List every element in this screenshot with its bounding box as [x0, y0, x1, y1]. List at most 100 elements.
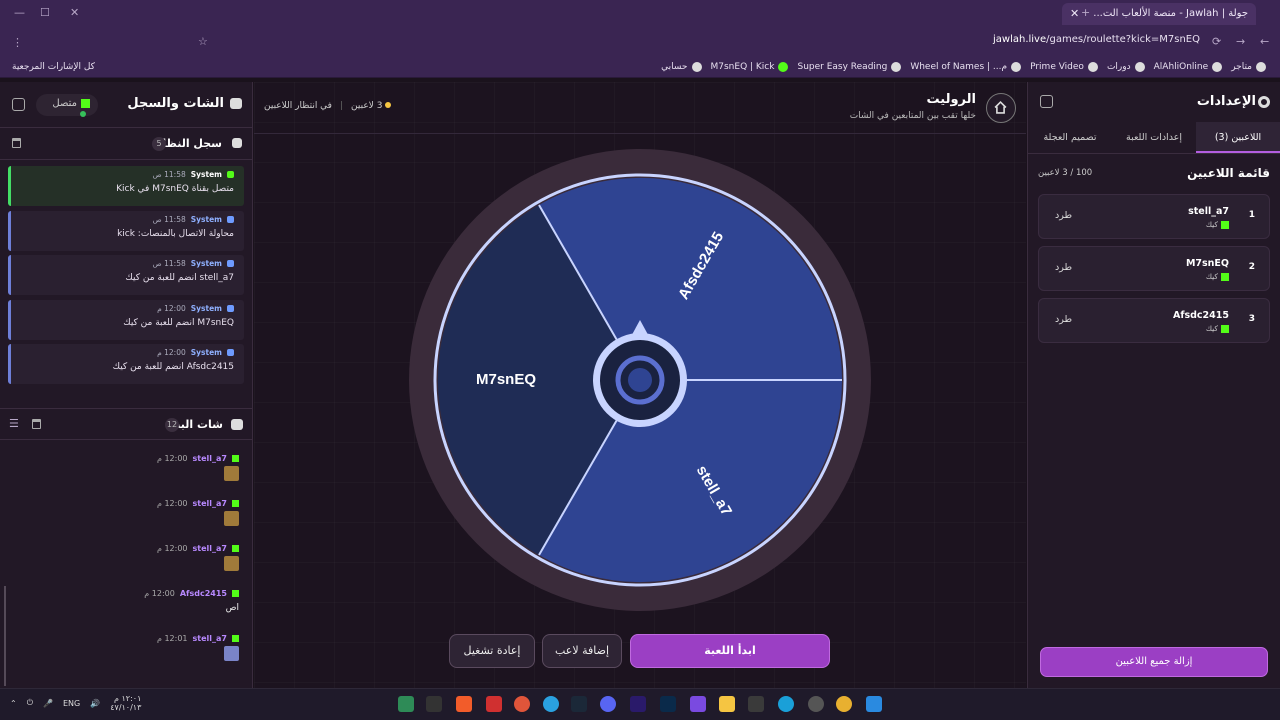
- start-game-button[interactable]: ابدأ اللعبة: [630, 634, 830, 668]
- player-list-count: 100 / 3 لاعبين: [1038, 168, 1093, 178]
- system-log-header: سجل النظام 5: [0, 128, 252, 160]
- system-log-list: System 11:58 ص متصل بقناة M7snEQ في Kick S…: [0, 160, 252, 384]
- player-row: 1 stell_a7 كيك طرد: [1038, 194, 1270, 239]
- menu-icon[interactable]: ⋮: [12, 36, 23, 49]
- bookmark-star-icon[interactable]: ☆: [198, 35, 208, 48]
- all-bookmarks[interactable]: كل الإشارات المرجعية: [12, 62, 95, 72]
- bookmark-item[interactable]: Super Easy Reading: [797, 61, 902, 72]
- clear-chat-trash-icon[interactable]: [32, 419, 41, 429]
- home-icon: [994, 100, 1007, 114]
- photoshop-icon[interactable]: [660, 696, 676, 712]
- kick-icon: [232, 635, 239, 642]
- roulette-wheel[interactable]: Afsdc2415 stell_a7 M7snEQ: [408, 148, 872, 612]
- bookmark-item[interactable]: Prime Video: [1030, 61, 1098, 72]
- bookmark-item[interactable]: دورات: [1107, 61, 1145, 72]
- remove-all-players-button[interactable]: إزالة جميع اللاعبين: [1040, 647, 1268, 677]
- folder-icon[interactable]: [719, 696, 735, 712]
- collapse-settings-icon[interactable]: [1040, 95, 1053, 108]
- network-icon[interactable]: ⏻: [27, 698, 33, 708]
- terminal-icon[interactable]: [426, 696, 442, 712]
- chrome-icon[interactable]: [836, 696, 852, 712]
- clear-log-trash-icon[interactable]: [12, 138, 21, 148]
- app-icon[interactable]: [808, 696, 824, 712]
- player-row: 2 M7snEQ كيك طرد: [1038, 246, 1270, 291]
- back-icon[interactable]: →: [1236, 35, 1245, 48]
- bookmark-item[interactable]: AlAhliOnline: [1154, 61, 1223, 72]
- app-icon[interactable]: [514, 696, 530, 712]
- home-button[interactable]: [986, 93, 1016, 123]
- chat-icon: [227, 260, 234, 267]
- emote-image: [224, 556, 239, 571]
- bookmark-item[interactable]: متاجر: [1231, 61, 1266, 72]
- close-window-icon[interactable]: ✕: [70, 6, 79, 19]
- waiting-status: في انتظار اللاعبين: [264, 101, 332, 111]
- player-platform: كيك: [1206, 272, 1229, 281]
- kick-player-button[interactable]: طرد: [1055, 262, 1072, 273]
- discord-icon[interactable]: [600, 696, 616, 712]
- player-row: 3 Afsdc2415 كيك طرد: [1038, 298, 1270, 343]
- excel-icon[interactable]: [398, 696, 414, 712]
- brave-icon[interactable]: [456, 696, 472, 712]
- emote-image: [224, 646, 239, 661]
- stream-chat-header: شات البث 12 ☰: [0, 408, 253, 440]
- tab-wheel-design[interactable]: تصميم العجلة: [1028, 122, 1112, 153]
- app-icon[interactable]: [486, 696, 502, 712]
- chat-panel-title: الشات والسجل: [127, 96, 224, 111]
- chat-message: Afsdc2415 12:00 م اص: [144, 589, 239, 613]
- clock[interactable]: ١٢:٠١ م ٤٧/١٠/١٣: [110, 694, 141, 712]
- language-indicator[interactable]: ENG: [63, 699, 80, 708]
- settings-tabs: اللاعبين (3) إعدادات اللعبة تصميم العجلة: [1028, 122, 1280, 154]
- add-player-button[interactable]: إضافة لاعب: [542, 634, 622, 668]
- collapse-panel-icon[interactable]: [12, 98, 25, 111]
- kick-player-button[interactable]: طرد: [1055, 210, 1072, 221]
- kick-player-button[interactable]: طرد: [1055, 314, 1072, 325]
- reload-icon[interactable]: ⟳: [1212, 35, 1221, 48]
- settings-header: الإعدادات: [1028, 82, 1280, 122]
- chat-icon: [227, 304, 234, 312]
- chat-icon: [227, 215, 234, 223]
- close-tab-icon[interactable]: ✕: [1070, 7, 1079, 20]
- browser-tab[interactable]: جولة | Jawlah - منصة الألعاب الت... ✕: [1062, 3, 1256, 25]
- tray-expand-icon[interactable]: ⌃: [10, 699, 17, 708]
- game-status: 3 لاعبين | في انتظار اللاعبين: [264, 101, 392, 111]
- tab-players[interactable]: اللاعبين (3): [1196, 122, 1280, 153]
- player-list-header: قائمة اللاعبين 100 / 3 لاعبين: [1028, 154, 1280, 194]
- log-entry: System 11:58 ص stell_a7 انضم للعبة من كيك: [8, 255, 244, 295]
- maximize-icon[interactable]: ☐: [40, 6, 50, 19]
- volume-icon[interactable]: 🔊: [90, 699, 100, 708]
- mic-icon[interactable]: 🎤: [43, 699, 53, 708]
- bookmark-item[interactable]: M7snEQ | Kick: [711, 61, 789, 72]
- bookmark-item[interactable]: حسابي: [661, 61, 702, 72]
- kick-icon: [227, 171, 234, 178]
- tab-game-settings[interactable]: إعدادات اللعبة: [1112, 122, 1196, 153]
- edge-icon[interactable]: [778, 696, 794, 712]
- kick-icon: [81, 98, 90, 108]
- game-area: الروليت خلها تقب بين المتابعين في الشات …: [254, 82, 1026, 688]
- telegram-icon[interactable]: [543, 696, 559, 712]
- info-icon: [232, 138, 242, 148]
- players-status: 3 لاعبين: [351, 101, 392, 111]
- app-icon[interactable]: [690, 696, 706, 712]
- chat-scrollbar[interactable]: [4, 586, 6, 686]
- premiere-icon[interactable]: [630, 696, 646, 712]
- minimize-icon[interactable]: —: [14, 6, 25, 19]
- browser-tab-bar: جولة | Jawlah - منصة الألعاب الت... ✕ — ☐…: [0, 0, 1280, 28]
- stream-chat-list: stell_a7 12:00 م stell_a7 12:00 م stell_a7…: [0, 454, 253, 679]
- player-name: Afsdc2415: [1172, 310, 1229, 321]
- new-tab-icon[interactable]: +: [1081, 6, 1090, 19]
- log-entry: System 11:58 ص محاولة الاتصال بالمنصات: ki…: [8, 210, 244, 251]
- store-icon[interactable]: [748, 696, 764, 712]
- wheel-label-m7sneq: M7snEQ: [476, 371, 536, 388]
- kick-icon: [232, 545, 239, 552]
- log-entry: System 12:00 م Afsdc2415 انضم للعبة من كيك: [8, 344, 244, 384]
- steam-icon[interactable]: [571, 696, 587, 712]
- log-entry: System 11:58 ص متصل بقناة M7snEQ في Kick: [8, 166, 244, 206]
- url-field[interactable]: jawlah.live/games/roulette?kick=M7snEQ: [993, 34, 1200, 45]
- bookmark-item[interactable]: م... | Wheel of Names: [910, 61, 1022, 72]
- chat-message: stell_a7 12:00 م: [14, 499, 239, 544]
- restart-button[interactable]: إعادة تشغيل: [449, 634, 535, 668]
- forward-icon[interactable]: ←: [1260, 35, 1269, 48]
- filter-icon[interactable]: ☰: [9, 417, 19, 430]
- windows-start-icon[interactable]: [866, 696, 882, 712]
- chat-icon: [230, 98, 242, 109]
